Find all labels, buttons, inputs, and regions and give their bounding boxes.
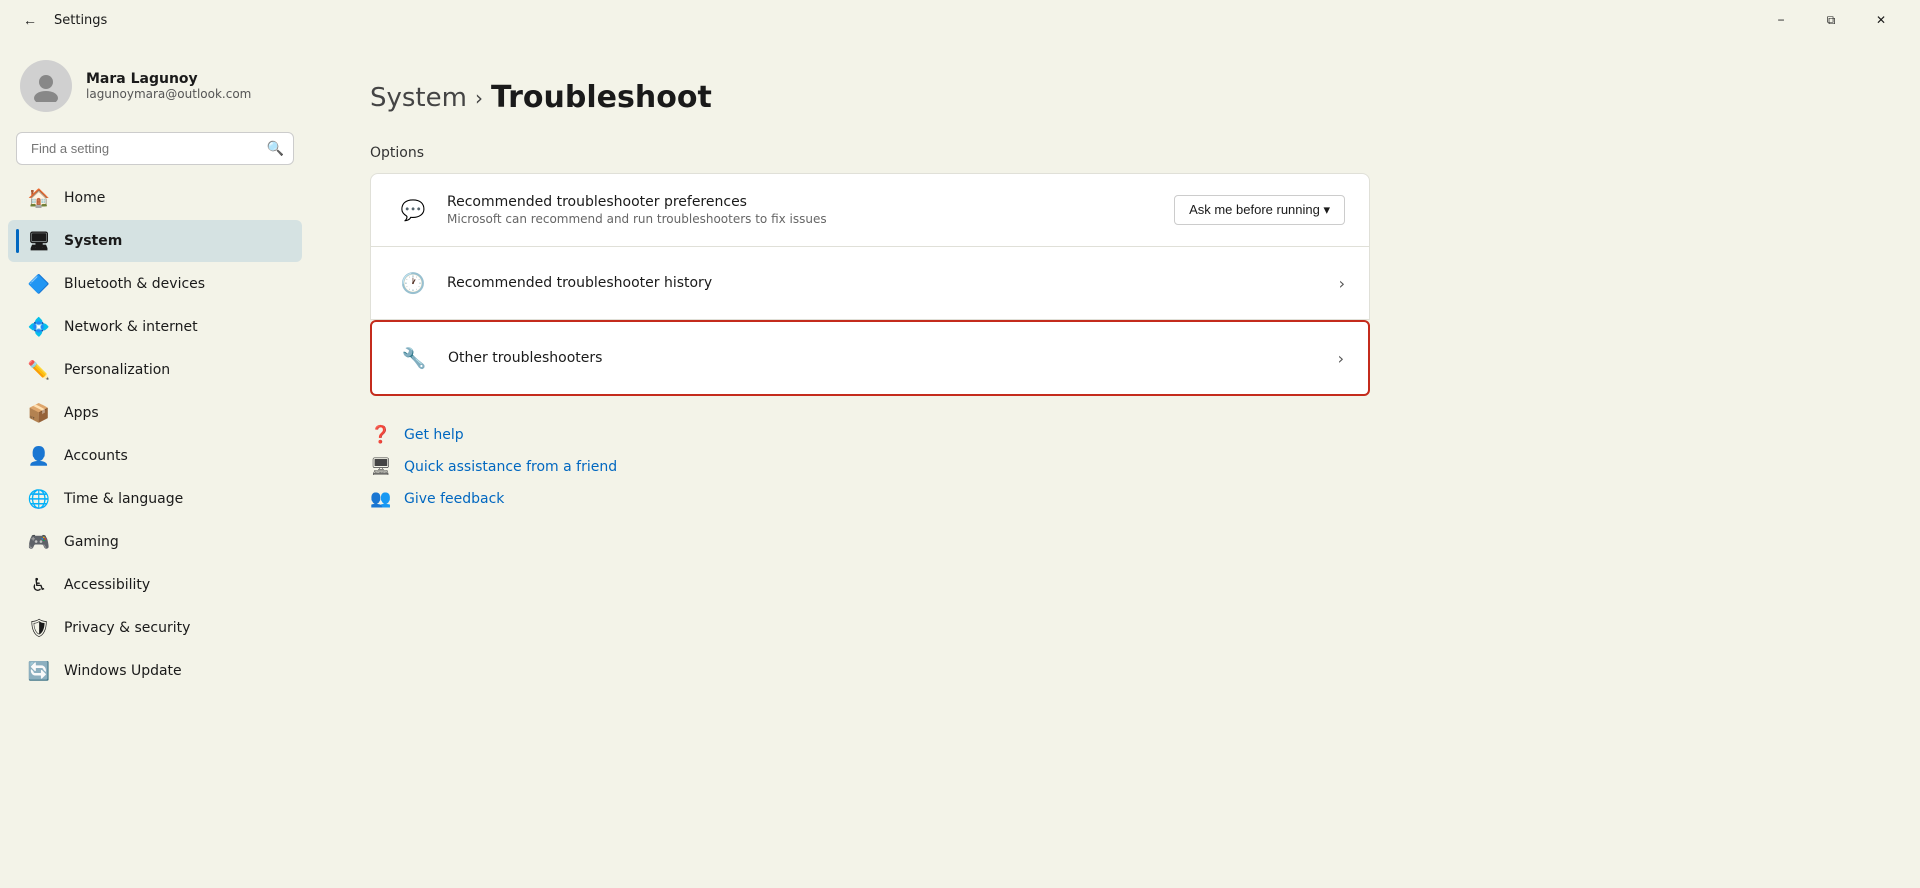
bluetooth-icon: 🔷 [28,273,50,295]
recommended-prefs-right: Ask me before running ▾ [1174,195,1345,225]
search-box: 🔍 [16,132,294,165]
avatar [20,60,72,112]
sidebar-item-system[interactable]: 🖥 System [8,220,302,262]
user-info: Mara Lagunoy lagunoymara@outlook.com [86,71,251,101]
link-quick-assistance[interactable]: 🖥 Quick assistance from a friend [370,456,1860,478]
accounts-icon: 👤 [28,445,50,467]
network-icon: 💠 [28,316,50,338]
setting-card-recommended-prefs[interactable]: 💬 Recommended troubleshooter preferences M… [370,173,1370,247]
user-name: Mara Lagunoy [86,71,251,87]
setting-card-recommended-history[interactable]: 🕐 Recommended troubleshooter history › [370,247,1370,320]
setting-card-other-troubleshooters[interactable]: 🔧 Other troubleshooters › [370,320,1370,396]
sidebar-item-label-apps: Apps [64,405,99,421]
minimize-button[interactable]: − [1758,4,1804,36]
recommended-history-icon: 🕐 [395,265,431,301]
search-input[interactable] [16,132,294,165]
main-content: System › Troubleshoot Options 💬 Recommend… [310,40,1920,888]
get-help-label: Get help [404,427,464,443]
user-email: lagunoymara@outlook.com [86,87,251,101]
recommended-prefs-desc: Microsoft can recommend and run troubles… [447,212,1158,226]
window-controls: − ⧉ ✕ [1758,4,1904,36]
personalization-icon: ✏️ [28,359,50,381]
recommended-history-title: Recommended troubleshooter history [447,275,1323,291]
sidebar: Mara Lagunoy lagunoymara@outlook.com 🔍 🏠… [0,40,310,888]
recommended-history-right: › [1339,274,1345,293]
sidebar-item-label-system: System [64,233,122,249]
recommended-history-text: Recommended troubleshooter history [447,275,1323,291]
sidebar-item-label-gaming: Gaming [64,534,119,550]
breadcrumb-separator: › [475,86,483,110]
get-help-icon: ❓ [370,424,392,446]
sidebar-item-label-privacy: Privacy & security [64,620,190,636]
quick-assistance-label: Quick assistance from a friend [404,459,617,475]
other-troubleshooters-title: Other troubleshooters [448,350,1322,366]
back-button[interactable]: ← [16,6,44,34]
breadcrumb-parent: System [370,83,467,113]
sidebar-item-personalization[interactable]: ✏️ Personalization [8,349,302,391]
other-troubleshooters-chevron: › [1338,349,1344,368]
quick-assistance-icon: 🖥 [370,456,392,478]
sidebar-item-accessibility[interactable]: ♿ Accessibility [8,564,302,606]
sidebar-item-network[interactable]: 💠 Network & internet [8,306,302,348]
sidebar-item-bluetooth[interactable]: 🔷 Bluetooth & devices [8,263,302,305]
sidebar-item-apps[interactable]: 📦 Apps [8,392,302,434]
sidebar-item-update[interactable]: 🔄 Windows Update [8,650,302,692]
title-bar: ← Settings − ⧉ ✕ [0,0,1920,40]
update-icon: 🔄 [28,660,50,682]
sidebar-item-label-home: Home [64,190,105,206]
user-profile[interactable]: Mara Lagunoy lagunoymara@outlook.com [0,50,310,132]
sidebar-item-gaming[interactable]: 🎮 Gaming [8,521,302,563]
options-label: Options [370,145,1860,161]
sidebar-item-home[interactable]: 🏠 Home [8,177,302,219]
sidebar-item-label-personalization: Personalization [64,362,170,378]
home-icon: 🏠 [28,187,50,209]
recommended-prefs-text: Recommended troubleshooter preferences Mi… [447,194,1158,226]
app-title: Settings [54,13,107,28]
sidebar-nav: 🏠 Home 🖥 System 🔷 Bluetooth & devices 💠 Network… [0,177,310,692]
title-bar-left: ← Settings [16,6,107,34]
link-give-feedback[interactable]: 👥 Give feedback [370,488,1860,510]
other-troubleshooters-text: Other troubleshooters [448,350,1322,366]
sidebar-item-time[interactable]: 🌐 Time & language [8,478,302,520]
recommended-prefs-dropdown[interactable]: Ask me before running ▾ [1174,195,1345,225]
gaming-icon: 🎮 [28,531,50,553]
sidebar-item-label-bluetooth: Bluetooth & devices [64,276,205,292]
breadcrumb-current: Troubleshoot [491,80,712,115]
system-icon: 🖥 [28,230,50,252]
other-troubleshooters-icon: 🔧 [396,340,432,376]
recommended-prefs-title: Recommended troubleshooter preferences [447,194,1158,210]
restore-button[interactable]: ⧉ [1808,4,1854,36]
privacy-icon: 🛡 [28,617,50,639]
other-troubleshooters-right: › [1338,349,1344,368]
recommended-history-chevron: › [1339,274,1345,293]
app-body: Mara Lagunoy lagunoymara@outlook.com 🔍 🏠… [0,40,1920,888]
settings-cards: 💬 Recommended troubleshooter preferences M… [370,173,1370,396]
sidebar-item-label-accounts: Accounts [64,448,128,464]
give-feedback-label: Give feedback [404,491,504,507]
link-get-help[interactable]: ❓ Get help [370,424,1860,446]
sidebar-item-accounts[interactable]: 👤 Accounts [8,435,302,477]
time-icon: 🌐 [28,488,50,510]
give-feedback-icon: 👥 [370,488,392,510]
breadcrumb: System › Troubleshoot [370,80,1860,115]
recommended-prefs-icon: 💬 [395,192,431,228]
apps-icon: 📦 [28,402,50,424]
links-section: ❓ Get help 🖥 Quick assistance from a friend… [370,424,1860,510]
sidebar-item-label-accessibility: Accessibility [64,577,150,593]
accessibility-icon: ♿ [28,574,50,596]
sidebar-item-privacy[interactable]: 🛡 Privacy & security [8,607,302,649]
close-button[interactable]: ✕ [1858,4,1904,36]
sidebar-item-label-network: Network & internet [64,319,198,335]
sidebar-item-label-update: Windows Update [64,663,182,679]
sidebar-item-label-time: Time & language [64,491,183,507]
